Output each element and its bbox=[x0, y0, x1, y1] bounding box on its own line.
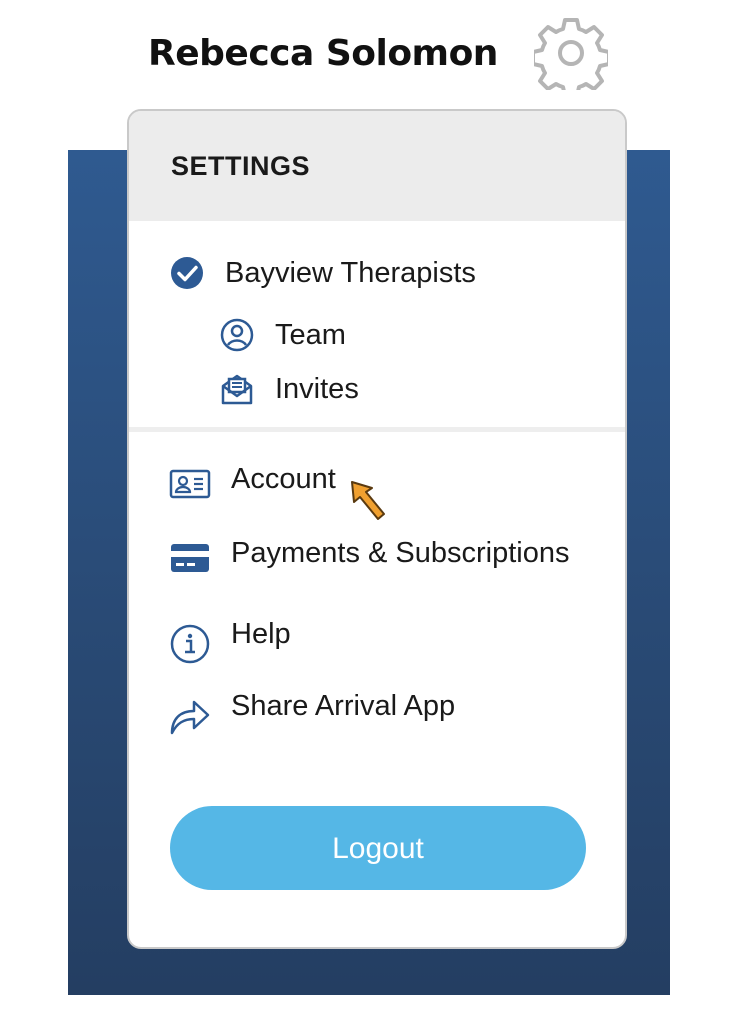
organization-item[interactable]: Bayview Therapists bbox=[169, 255, 476, 291]
settings-header: SETTINGS bbox=[129, 111, 625, 221]
user-name: Rebecca Solomon bbox=[148, 33, 498, 74]
help-label: Help bbox=[231, 617, 291, 650]
invites-label: Invites bbox=[275, 372, 359, 405]
info-icon bbox=[169, 623, 211, 665]
invites-item[interactable]: Invites bbox=[219, 371, 359, 407]
check-circle-icon bbox=[169, 255, 205, 291]
payments-item[interactable]: Payments & Subscriptions bbox=[169, 537, 569, 575]
settings-title: SETTINGS bbox=[171, 151, 311, 181]
pointer-arrow-icon bbox=[346, 476, 392, 526]
section-divider bbox=[129, 427, 625, 432]
share-item[interactable]: Share Arrival App bbox=[169, 690, 455, 737]
share-label: Share Arrival App bbox=[231, 689, 456, 722]
payments-label: Payments & Subscriptions bbox=[231, 536, 570, 569]
team-item[interactable]: Team bbox=[219, 317, 346, 353]
organization-name: Bayview Therapists bbox=[225, 256, 476, 289]
settings-menu: SETTINGS Bayview Therapists Team Invites… bbox=[127, 109, 627, 949]
id-card-icon bbox=[169, 467, 211, 501]
user-circle-icon bbox=[219, 317, 255, 353]
envelope-open-icon bbox=[219, 371, 255, 407]
team-label: Team bbox=[275, 318, 346, 351]
account-item[interactable]: Account bbox=[169, 463, 336, 501]
help-item[interactable]: Help bbox=[169, 618, 291, 665]
account-label: Account bbox=[231, 462, 336, 495]
gear-icon[interactable] bbox=[531, 16, 611, 98]
credit-card-icon bbox=[169, 541, 211, 575]
logout-button[interactable]: Logout bbox=[170, 806, 586, 890]
share-arrow-icon bbox=[169, 695, 211, 737]
